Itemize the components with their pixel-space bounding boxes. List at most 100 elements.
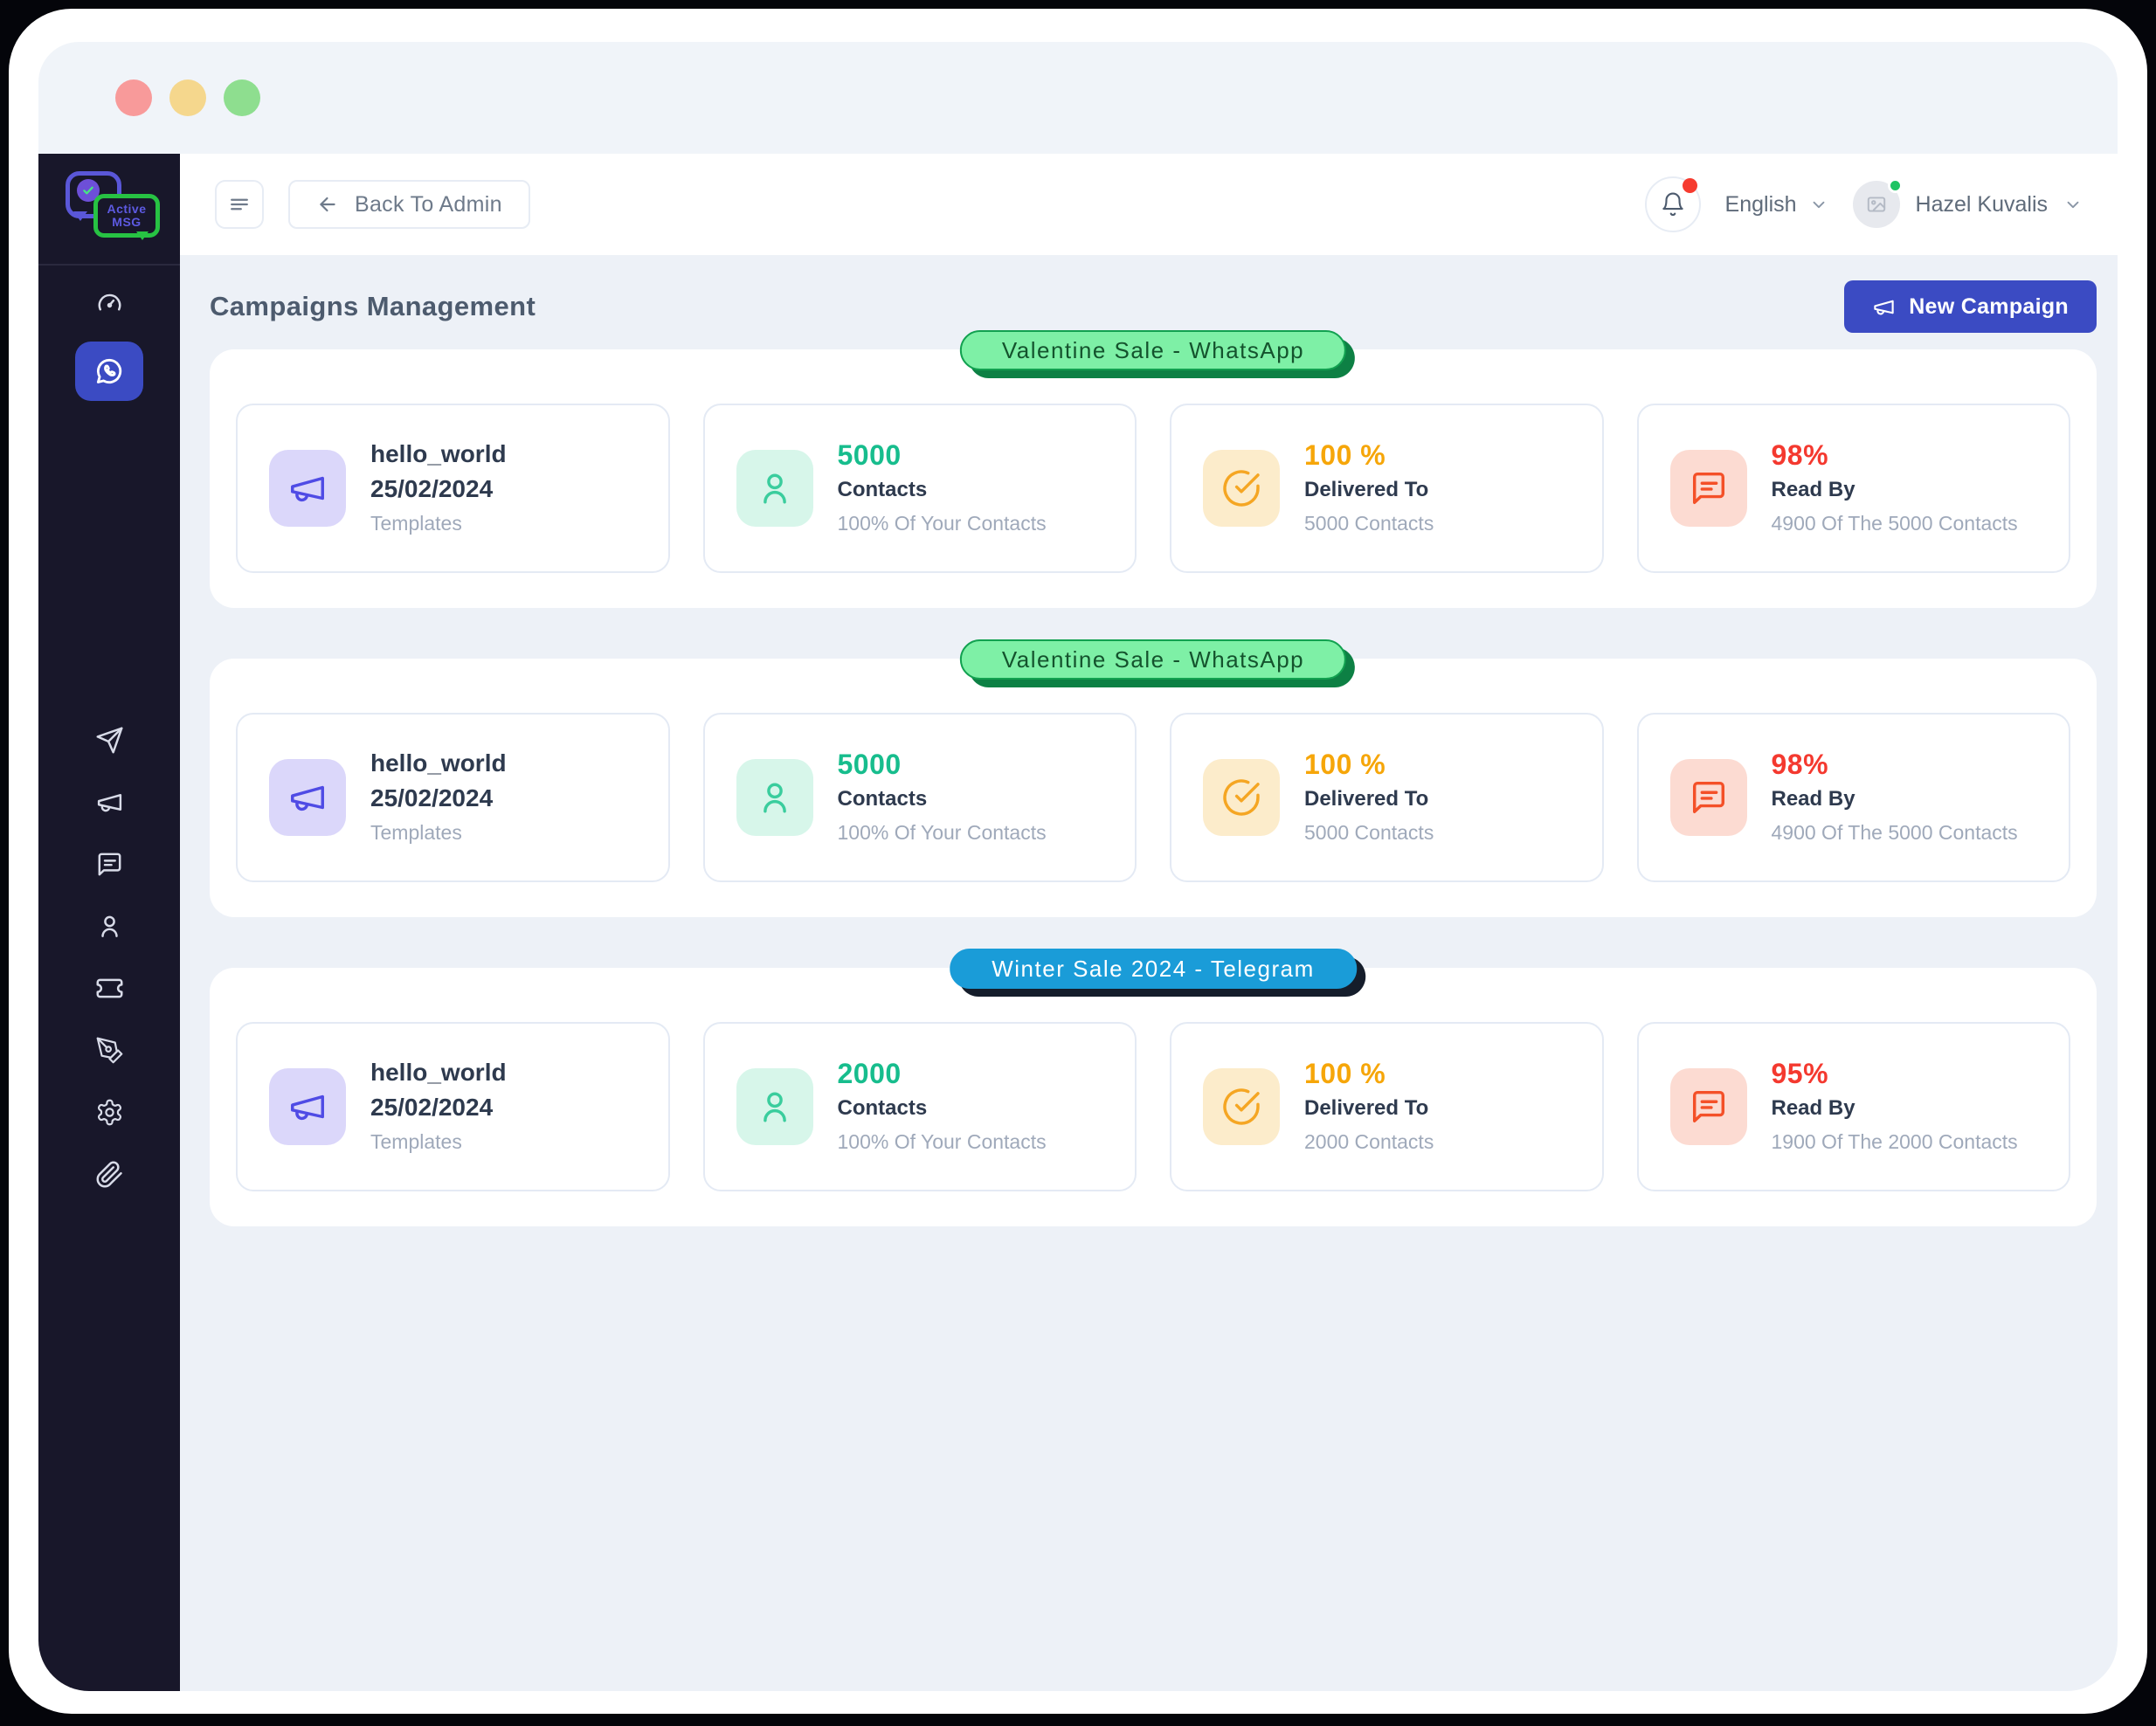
stat-card: 100 % Delivered To 5000 Contacts xyxy=(1170,404,1604,573)
campaign-badge-label: Winter Sale 2024 - Telegram xyxy=(992,955,1315,982)
maximize-window-button[interactable] xyxy=(224,79,260,116)
new-campaign-button[interactable]: New Campaign xyxy=(1844,280,2097,333)
check-circle-icon xyxy=(1203,759,1280,836)
stat-value: 100 % xyxy=(1304,749,1386,780)
sidebar-item-user[interactable] xyxy=(95,912,124,941)
notifications-button[interactable] xyxy=(1644,176,1701,232)
sidebar-item-paperclip[interactable] xyxy=(95,1160,124,1189)
check-circle-icon xyxy=(1203,1068,1280,1145)
template-name: hello_world xyxy=(370,749,507,777)
template-card: hello_world 25/02/2024 Templates xyxy=(236,1022,670,1191)
stat-card: 100 % Delivered To 5000 Contacts xyxy=(1170,713,1604,882)
stat-label: Read By xyxy=(1771,478,1855,501)
pen-icon xyxy=(95,1036,124,1065)
template-card: hello_world 25/02/2024 Templates xyxy=(236,713,670,882)
message-icon xyxy=(1669,759,1747,836)
app-window: Active MSG Back To Admin English Hazel K… xyxy=(9,9,2147,1714)
whatsapp-icon xyxy=(93,355,126,388)
stat-label: Delivered To xyxy=(1304,1096,1429,1120)
stat-card: 100 % Delivered To 2000 Contacts xyxy=(1170,1022,1604,1191)
stat-sub: 4900 Of The 5000 Contacts xyxy=(1771,512,2018,535)
send-icon xyxy=(95,726,124,755)
template-name: hello_world xyxy=(370,1059,507,1086)
sidebar-divider xyxy=(38,264,180,266)
sidebar-item-gauge[interactable] xyxy=(95,290,124,319)
logo-wordmark: Active MSG xyxy=(93,194,160,240)
gauge-icon xyxy=(95,290,124,319)
gear-icon xyxy=(95,1098,124,1127)
campaign-list: Valentine Sale - WhatsApp hello_world 25… xyxy=(210,330,2097,1226)
chevron-down-icon xyxy=(1813,201,1824,209)
user-icon xyxy=(736,1068,813,1145)
sidebar-item-ticket[interactable] xyxy=(95,974,124,1003)
template-date: 25/02/2024 xyxy=(370,784,494,811)
campaign-badge: Valentine Sale - WhatsApp xyxy=(959,639,1347,680)
stat-value: 5000 xyxy=(837,749,902,780)
image-icon xyxy=(1867,197,1885,212)
campaign-section: Valentine Sale - WhatsApp hello_world 25… xyxy=(210,330,2097,608)
avatar xyxy=(1852,178,1903,228)
campaign-badge: Winter Sale 2024 - Telegram xyxy=(950,949,1357,989)
chevron-down-icon xyxy=(2067,201,2079,209)
chat-icon xyxy=(95,850,124,879)
stat-sub: 4900 Of The 5000 Contacts xyxy=(1771,821,2018,844)
campaign-cards: hello_world 25/02/2024 Templates 2000 Co… xyxy=(236,1022,2070,1191)
campaign-section: Valentine Sale - WhatsApp hello_world 25… xyxy=(210,639,2097,917)
menu-button[interactable] xyxy=(215,180,264,229)
main-content: Campaigns Management New Campaign Valent… xyxy=(180,255,2118,1691)
stat-value: 98% xyxy=(1771,749,1829,780)
stat-label: Delivered To xyxy=(1304,478,1429,501)
sidebar-item-megaphone[interactable] xyxy=(95,788,124,817)
minimize-window-button[interactable] xyxy=(169,79,206,116)
sidebar-item-chat[interactable] xyxy=(95,850,124,879)
megaphone-icon xyxy=(95,788,124,817)
app-logo: Active MSG xyxy=(59,169,160,245)
message-icon xyxy=(1669,1068,1747,1145)
megaphone-icon xyxy=(269,450,346,527)
stat-value: 2000 xyxy=(837,1058,902,1089)
notification-dot xyxy=(1682,178,1697,193)
sidebar-item-pen[interactable] xyxy=(95,1036,124,1065)
check-circle-icon xyxy=(1203,450,1280,527)
stat-sub: 100% Of Your Contacts xyxy=(837,1130,1047,1153)
campaign-cards: hello_world 25/02/2024 Templates 5000 Co… xyxy=(236,713,2070,882)
stat-card: 95% Read By 1900 Of The 2000 Contacts xyxy=(1636,1022,2070,1191)
stat-label: Delivered To xyxy=(1304,787,1429,811)
campaign-badge: Valentine Sale - WhatsApp xyxy=(959,330,1347,370)
stat-card: 98% Read By 4900 Of The 5000 Contacts xyxy=(1636,713,2070,882)
stat-sub: 100% Of Your Contacts xyxy=(837,821,1047,844)
back-to-admin-button[interactable]: Back To Admin xyxy=(288,180,530,229)
stat-sub: 5000 Contacts xyxy=(1304,512,1434,535)
sidebar-item-gear[interactable] xyxy=(95,1098,124,1127)
stat-value: 95% xyxy=(1771,1058,1829,1089)
stat-value: 100 % xyxy=(1304,1058,1386,1089)
language-label: English xyxy=(1724,191,1797,217)
close-window-button[interactable] xyxy=(115,79,152,116)
stat-sub: 1900 Of The 2000 Contacts xyxy=(1771,1130,2018,1153)
ticket-icon xyxy=(95,974,124,1003)
user-icon xyxy=(736,450,813,527)
campaign-section: Winter Sale 2024 - Telegram hello_world … xyxy=(210,949,2097,1226)
megaphone-icon xyxy=(269,759,346,836)
user-menu[interactable]: Hazel Kuvalis xyxy=(1852,178,2083,228)
stat-sub: 5000 Contacts xyxy=(1304,821,1434,844)
stat-label: Contacts xyxy=(837,1096,928,1120)
page-title: Campaigns Management xyxy=(210,291,536,321)
stat-label: Read By xyxy=(1771,1096,1855,1120)
arrow-left-icon xyxy=(320,197,335,212)
template-card: hello_world 25/02/2024 Templates xyxy=(236,404,670,573)
stat-card: 98% Read By 4900 Of The 5000 Contacts xyxy=(1636,404,2070,573)
sidebar-item-whatsapp[interactable] xyxy=(75,342,143,401)
user-icon xyxy=(736,759,813,836)
sidebar-item-send[interactable] xyxy=(95,726,124,755)
user-icon xyxy=(95,912,124,941)
paperclip-icon xyxy=(95,1160,124,1189)
template-date: 25/02/2024 xyxy=(370,475,494,502)
language-selector[interactable]: English xyxy=(1725,192,1828,217)
stat-label: Contacts xyxy=(837,478,928,501)
hamburger-icon xyxy=(231,198,248,211)
stat-label: Contacts xyxy=(837,787,928,811)
stat-card: 2000 Contacts 100% Of Your Contacts xyxy=(702,1022,1137,1191)
campaign-cards: hello_world 25/02/2024 Templates 5000 Co… xyxy=(236,404,2070,573)
stat-label: Read By xyxy=(1771,787,1855,811)
